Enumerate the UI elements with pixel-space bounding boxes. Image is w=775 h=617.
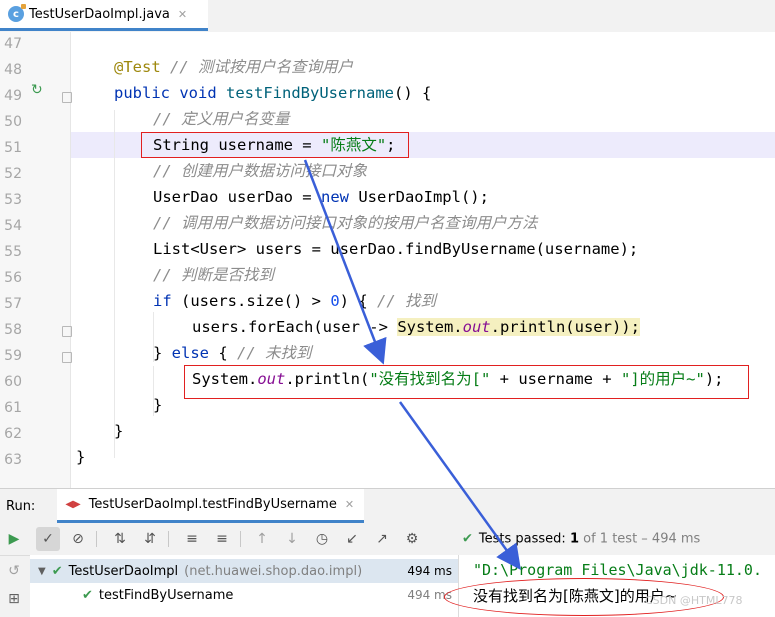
arrow-to-output <box>398 401 521 571</box>
arrow-to-println <box>303 159 387 365</box>
annotation-arrows <box>303 159 521 571</box>
